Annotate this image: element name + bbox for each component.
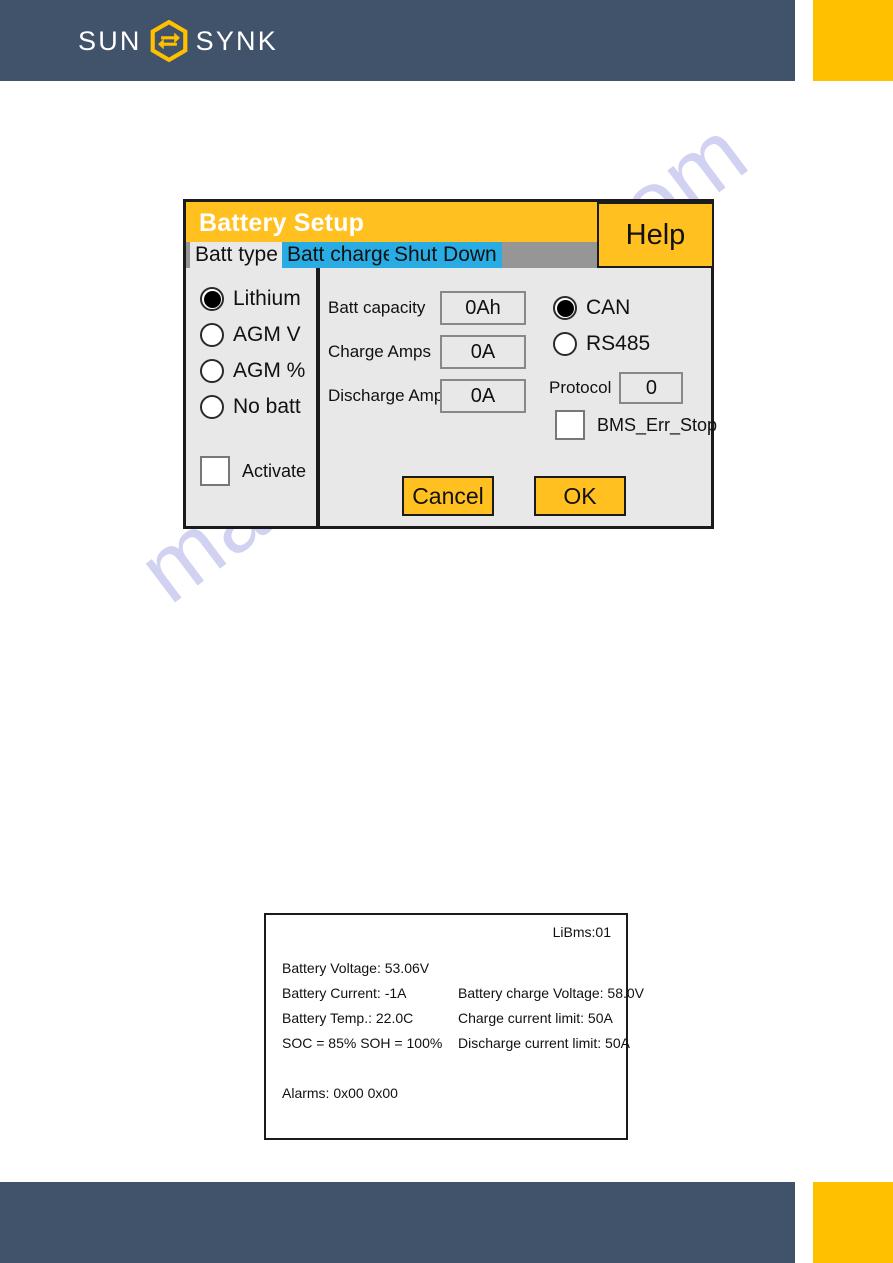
radio-label-agm-v: AGM V (233, 323, 301, 346)
input-batt-capacity[interactable]: 0Ah (440, 291, 526, 325)
footer-accent-block (813, 1182, 893, 1263)
field-row-batt-capacity: Batt capacity 0Ah (328, 286, 528, 330)
radio-indicator-no-batt (200, 395, 224, 419)
tab-batt-type[interactable]: Batt type (190, 242, 283, 268)
brand-word-left: SUN (78, 25, 142, 56)
radio-label-agm-percent: AGM % (233, 359, 306, 382)
help-button[interactable]: Help (597, 202, 714, 268)
footer-band (0, 1182, 795, 1263)
ok-button[interactable]: OK (534, 476, 626, 516)
tab-batt-charge[interactable]: Batt charge (282, 242, 400, 268)
bms-info-panel: LiBms:01 Battery Voltage: 53.06V Battery… (264, 913, 644, 1140)
header-accent-block (813, 0, 893, 81)
activate-checkbox-row[interactable]: Activate (200, 456, 306, 486)
bms-err-stop-checkbox-row[interactable]: BMS_Err_Stop (555, 410, 717, 440)
radio-option-no-batt[interactable]: No batt (200, 389, 318, 425)
radio-option-lithium[interactable]: Lithium (200, 281, 318, 317)
info-soc-soh: SOC = 85% SOH = 100% (282, 1035, 443, 1051)
info-battery-current: Battery Current: -1A (282, 985, 407, 1001)
dialog-body: Lithium AGM V AGM % No batt Activate Bat… (186, 268, 717, 528)
info-battery-temp: Battery Temp.: 22.0C (282, 1010, 414, 1026)
protocol-field-row: Protocol 0 (549, 372, 684, 404)
info-charge-current-limit: Charge current limit: 50A (458, 1010, 613, 1026)
field-row-charge-amps: Charge Amps 0A (328, 330, 528, 374)
radio-option-agm-percent[interactable]: AGM % (200, 353, 318, 389)
radio-label-lithium: Lithium (233, 287, 301, 310)
dialog-tabstrip: Batt type Batt charge Shut Down (186, 242, 597, 268)
battery-fields-group: Batt capacity 0Ah Charge Amps 0A Dischar… (328, 286, 528, 418)
radio-option-agm-v[interactable]: AGM V (200, 317, 318, 353)
dialog-title: Battery Setup (199, 209, 365, 237)
radio-label-rs485: RS485 (586, 332, 651, 355)
radio-option-can[interactable]: CAN (553, 290, 708, 326)
input-charge-amps[interactable]: 0A (440, 335, 526, 369)
radio-indicator-agm-v (200, 323, 224, 347)
field-row-discharge-amps: Discharge Amps 0A (328, 374, 528, 418)
info-discharge-current-limit: Discharge current limit: 50A (458, 1035, 630, 1051)
tab-shut-down[interactable]: Shut Down (389, 242, 502, 268)
bms-err-stop-checkbox[interactable] (555, 410, 585, 440)
radio-label-no-batt: No batt (233, 395, 301, 418)
activate-checkbox[interactable] (200, 456, 230, 486)
brand-word-right: SYNK (195, 25, 278, 56)
label-batt-capacity: Batt capacity (328, 298, 426, 317)
activate-label: Activate (242, 460, 307, 481)
info-battery-voltage: Battery Voltage: 53.06V (282, 960, 430, 976)
comms-radio-group: CAN RS485 (553, 290, 708, 362)
radio-indicator-rs485 (553, 332, 577, 356)
input-discharge-amps[interactable]: 0A (440, 379, 526, 413)
label-discharge-amps: Discharge Amps (328, 386, 452, 405)
bms-err-stop-label: BMS_Err_Stop (597, 414, 718, 435)
info-alarms: Alarms: 0x00 0x00 (282, 1085, 398, 1101)
libms-device-label: LiBms:01 (552, 924, 611, 940)
battery-setup-dialog: Battery Setup Batt type Batt charge Shut… (183, 199, 717, 529)
info-battery-charge-voltage: Battery charge Voltage: 58.0V (458, 985, 645, 1001)
radio-label-can: CAN (586, 296, 631, 319)
sunsynk-hex-arrows-icon (148, 20, 190, 62)
radio-indicator-can (553, 296, 577, 320)
radio-indicator-agm-percent (200, 359, 224, 383)
battery-type-radio-group: Lithium AGM V AGM % No batt (200, 281, 318, 425)
input-protocol[interactable]: 0 (619, 372, 684, 404)
label-charge-amps: Charge Amps (328, 342, 431, 361)
cancel-button[interactable]: Cancel (402, 476, 494, 516)
radio-option-rs485[interactable]: RS485 (553, 326, 708, 362)
radio-indicator-lithium (200, 287, 224, 311)
brand-logo: SUN SYNK (78, 20, 278, 62)
dialog-titlebar: Battery Setup (186, 202, 597, 242)
label-protocol: Protocol (549, 378, 612, 397)
